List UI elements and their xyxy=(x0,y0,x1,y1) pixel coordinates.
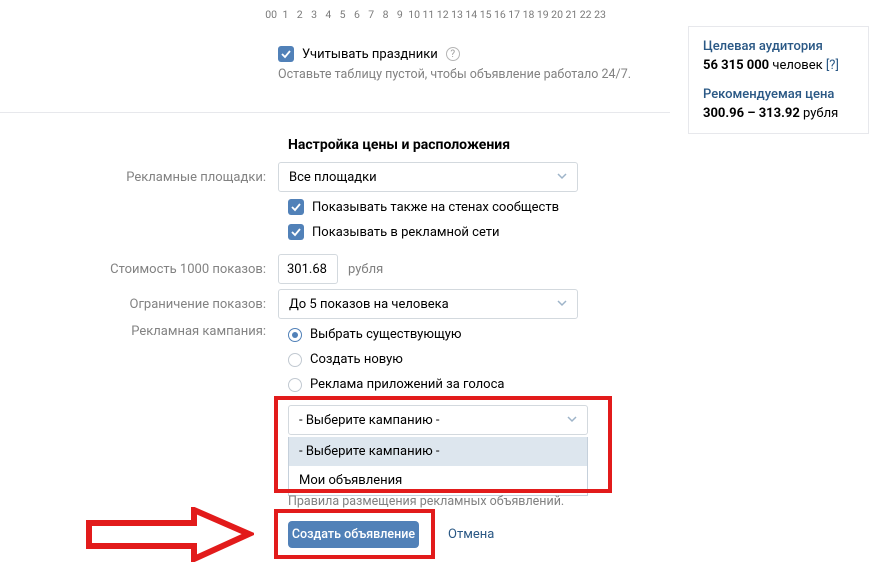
campaign-label: Рекламная кампания: xyxy=(0,324,278,339)
hour-tick: 8 xyxy=(378,8,392,21)
hour-tick: 11 xyxy=(421,8,435,21)
hour-tick: 17 xyxy=(507,8,521,21)
network-label: Показывать в рекламной сети xyxy=(312,225,500,240)
campaign-voices-label: Реклама приложений за голоса xyxy=(310,377,504,392)
hour-tick: 5 xyxy=(335,8,349,21)
hour-tick: 12 xyxy=(436,8,450,21)
hour-tick: 00 xyxy=(264,8,278,21)
limit-select-value: До 5 показов на человека xyxy=(289,297,449,312)
hour-tick: 14 xyxy=(464,8,478,21)
hour-tick: 22 xyxy=(579,8,593,21)
campaign-existing-radio[interactable] xyxy=(288,328,302,342)
campaign-new-radio[interactable] xyxy=(288,353,302,367)
chevron-down-icon xyxy=(557,297,567,312)
hour-tick: 2 xyxy=(293,8,307,21)
section-title: Настройка цены и расположения xyxy=(288,137,510,153)
platforms-label: Рекламные площадки: xyxy=(0,170,278,185)
campaign-existing-label: Выбрать существующую xyxy=(310,327,461,342)
section-divider xyxy=(0,112,670,113)
create-button[interactable]: Создать объявление xyxy=(288,521,419,548)
hour-tick: 19 xyxy=(536,8,550,21)
walls-checkbox[interactable] xyxy=(288,199,304,215)
platforms-select-value: Все площадки xyxy=(289,170,377,185)
platforms-select[interactable]: Все площадки xyxy=(278,162,578,192)
walls-label: Показывать также на стенах сообществ xyxy=(312,200,559,215)
network-checkbox[interactable] xyxy=(288,224,304,240)
rules-link[interactable]: Правила размещения рекламных объявлений. xyxy=(288,494,564,509)
hour-tick: 7 xyxy=(364,8,378,21)
holidays-checkbox[interactable] xyxy=(278,46,294,62)
holidays-label: Учитывать праздники xyxy=(302,47,438,62)
hour-tick: 4 xyxy=(321,8,335,21)
hour-tick: 1 xyxy=(278,8,292,21)
hour-tick: 18 xyxy=(521,8,535,21)
campaign-option-myads[interactable]: Мои объявления xyxy=(289,466,587,495)
campaign-voices-radio[interactable] xyxy=(288,378,302,392)
cost-value: 301.68 xyxy=(287,262,327,277)
chevron-down-icon xyxy=(557,170,567,185)
price-unit: рубля xyxy=(803,106,838,121)
holidays-note: Оставьте таблицу пустой, чтобы объявлени… xyxy=(278,67,631,82)
campaign-new-label: Создать новую xyxy=(310,352,403,367)
hour-tick: 23 xyxy=(593,8,607,21)
help-icon[interactable]: ? xyxy=(446,47,460,61)
hour-tick: 6 xyxy=(350,8,364,21)
chevron-down-icon xyxy=(567,413,577,428)
audience-title: Целевая аудитория xyxy=(703,39,854,54)
price-value: 300.96 – 313.92 xyxy=(703,106,800,121)
hour-tick: 16 xyxy=(493,8,507,21)
hour-tick: 3 xyxy=(307,8,321,21)
price-title: Рекомендуемая цена xyxy=(703,87,854,102)
cost-label: Стоимость 1000 показов: xyxy=(0,262,278,277)
hour-tick: 15 xyxy=(478,8,492,21)
hour-tick: 10 xyxy=(407,8,421,21)
hour-tick: 9 xyxy=(393,8,407,21)
limit-select[interactable]: До 5 показов на человека xyxy=(278,289,578,319)
cost-unit: рубля xyxy=(348,262,383,277)
sidebar-metrics: Целевая аудитория 56 315 000 человек [?]… xyxy=(688,26,869,134)
campaign-select[interactable]: - Выберите кампанию - xyxy=(288,405,588,435)
hour-tick: 13 xyxy=(450,8,464,21)
annotation-arrow-icon xyxy=(84,507,254,562)
audience-help-icon[interactable]: [?] xyxy=(826,58,839,73)
hours-scale: 001234567891011121314151617181920212223 xyxy=(264,8,607,21)
cost-input[interactable]: 301.68 xyxy=(278,254,338,284)
cancel-link[interactable]: Отмена xyxy=(448,527,494,542)
campaign-option-placeholder[interactable]: - Выберите кампанию - xyxy=(289,437,587,466)
campaign-select-value: - Выберите кампанию - xyxy=(299,413,440,428)
audience-unit: человек xyxy=(772,58,822,73)
hour-tick: 20 xyxy=(550,8,564,21)
audience-value: 56 315 000 xyxy=(703,58,769,73)
campaign-dropdown: - Выберите кампанию - Мои объявления xyxy=(288,437,588,496)
limit-label: Ограничение показов: xyxy=(0,297,278,312)
hour-tick: 21 xyxy=(564,8,578,21)
